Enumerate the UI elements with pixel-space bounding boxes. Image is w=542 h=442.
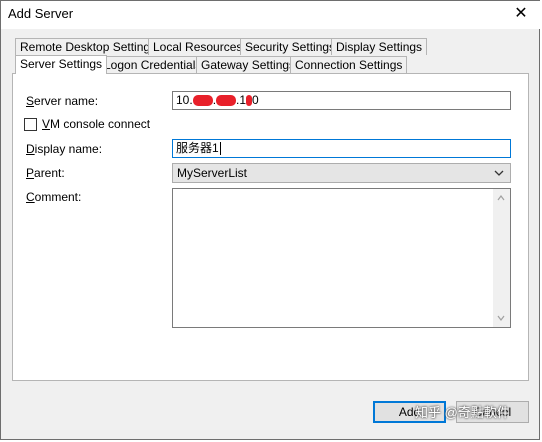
tab-connection-settings[interactable]: Connection Settings	[290, 56, 408, 73]
parent-label: Parent:	[26, 166, 65, 180]
window-title: Add Server	[8, 6, 74, 21]
vm-console-checkbox[interactable]	[24, 118, 37, 131]
tab-server-settings[interactable]: Server Settings	[15, 55, 108, 74]
tab-logon-credentials[interactable]: Logon Credentials	[99, 56, 207, 73]
comment-label-accel: C	[26, 190, 35, 204]
watermark-text: 知乎 @奇點軟件	[415, 405, 510, 420]
server-name-input[interactable]: 10.. .1 0	[172, 91, 511, 110]
tab-local-resources[interactable]: Local Resources	[148, 38, 248, 55]
parent-label-text: arent:	[34, 166, 65, 180]
vm-console-label-text: M console connect	[50, 117, 151, 131]
display-name-label: Display name:	[26, 142, 102, 156]
server-name-part: 10.	[176, 93, 193, 107]
server-name-part: .1	[236, 93, 247, 107]
redaction-mark	[216, 95, 237, 107]
comment-label: Comment:	[26, 190, 81, 204]
tab-security-settings[interactable]: Security Settings	[240, 38, 341, 55]
server-settings-panel: Server name: 10.. .1 0 VM console connect …	[12, 73, 529, 381]
scroll-down-icon[interactable]	[497, 314, 505, 322]
tab-gateway-settings[interactable]: Gateway Settings	[196, 56, 301, 73]
server-name-label-accel: S	[26, 94, 35, 108]
text-caret	[219, 142, 221, 156]
server-name-label: Server name:	[26, 94, 98, 108]
tab-remote-desktop-settings[interactable]: Remote Desktop Settings	[15, 38, 162, 55]
tab-display-settings[interactable]: Display Settings	[331, 38, 428, 55]
comment-textarea[interactable]	[172, 188, 511, 328]
vm-console-label: VM console connect	[42, 117, 150, 131]
redaction-mark	[192, 95, 213, 107]
parent-selected-value: MyServerList	[177, 166, 248, 180]
comment-label-text: omment:	[34, 190, 82, 204]
display-name-label-accel: D	[26, 142, 35, 156]
display-name-input[interactable]: 服务器1	[172, 139, 511, 158]
display-name-value: 服务器1	[176, 141, 219, 155]
server-name-label-text: erver name:	[34, 94, 99, 108]
add-server-dialog: Add Server ✕ Remote Desktop Settings Loc…	[0, 0, 541, 440]
display-name-label-text: isplay name:	[34, 142, 103, 156]
close-icon[interactable]: ✕	[507, 4, 535, 24]
comment-scrollbar[interactable]	[493, 189, 510, 327]
scroll-up-icon[interactable]	[497, 194, 505, 202]
chevron-down-icon	[494, 170, 504, 176]
title-bar: Add Server ✕	[1, 1, 541, 29]
parent-label-accel: P	[26, 166, 35, 180]
vm-console-label-accel: V	[42, 117, 51, 131]
parent-select[interactable]: MyServerList	[172, 163, 511, 183]
server-name-part: 0	[252, 93, 259, 107]
